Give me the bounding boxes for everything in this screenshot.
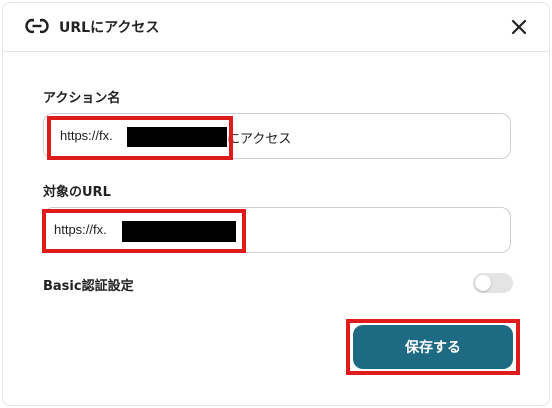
redacted-block: [127, 127, 227, 147]
link-icon: [25, 18, 49, 34]
dialog-header: URLにアクセス: [3, 3, 549, 52]
action-name-value-prefix: https://fx.: [60, 128, 113, 143]
target-url-field[interactable]: https://fx.: [43, 207, 511, 253]
dialog-title: URLにアクセス: [59, 20, 160, 36]
url-access-dialog: URLにアクセス アクション名 https://fx. にアクセス 対象のURL…: [2, 2, 550, 406]
action-name-label: アクション名: [43, 91, 121, 106]
close-icon[interactable]: [509, 17, 529, 37]
target-url-value-prefix: https://fx.: [54, 222, 107, 237]
action-name-field[interactable]: https://fx. にアクセス: [43, 113, 511, 159]
basic-auth-toggle[interactable]: [473, 273, 513, 293]
target-url-label: 対象のURL: [43, 185, 111, 200]
toggle-knob: [475, 275, 491, 291]
redacted-block: [122, 221, 236, 242]
basic-auth-label: Basic認証設定: [43, 279, 134, 294]
action-name-value-suffix: にアクセス: [227, 131, 292, 146]
save-button[interactable]: 保存する: [353, 325, 513, 369]
